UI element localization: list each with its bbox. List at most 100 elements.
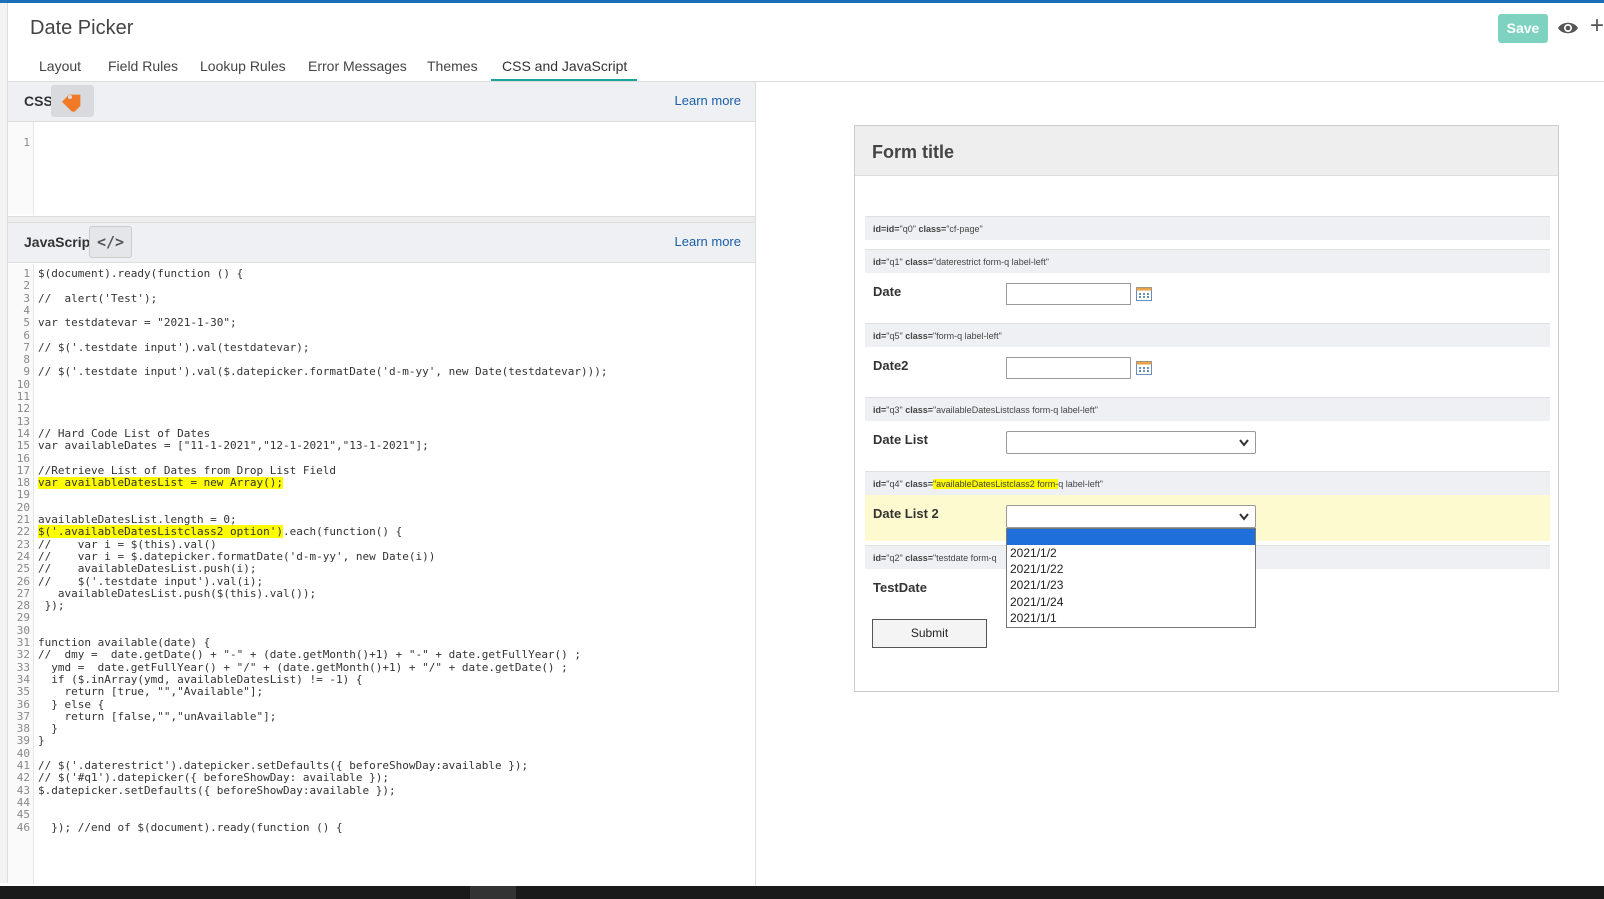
- dropdown-option[interactable]: 2021/1/23: [1007, 577, 1255, 593]
- dropdown-option[interactable]: 2021/1/1: [1007, 610, 1255, 626]
- dropdown-option[interactable]: 2021/1/2: [1007, 545, 1255, 561]
- attr-key: class=: [905, 257, 933, 267]
- js-panel-header: JavaScript </> Learn more: [8, 223, 755, 263]
- class-value: class="cf-page": [918, 224, 983, 234]
- attr-key: class=: [905, 331, 933, 341]
- class-highlighted: "availableDatesListclass2 form-: [932, 479, 1059, 489]
- attr-key: id=: [873, 405, 887, 415]
- id-bar-q3: id="q3" class="availableDatesListclass f…: [865, 397, 1550, 421]
- tab-layout[interactable]: Layout: [39, 58, 81, 74]
- code-icon[interactable]: </>: [89, 226, 132, 258]
- code-text: // availableDatesList.push(i);: [38, 562, 257, 576]
- css-learn-more-link[interactable]: Learn more: [675, 93, 741, 108]
- code-text: availableDatesList.push($(this).val());: [38, 586, 317, 600]
- code-text: // $('.testdate input').val(testdatevar)…: [38, 340, 310, 354]
- line-number: 32: [16, 648, 30, 662]
- css-panel-label: CSS: [24, 93, 53, 109]
- code-text: var availableDatesList = new Array();: [38, 476, 284, 490]
- code-text: // $('.testdate input').val($.datepicker…: [38, 365, 608, 379]
- class-value: class="availableDatesListclass form-q la…: [905, 405, 1098, 415]
- id-value: id="q3": [873, 405, 903, 415]
- class-prefix: class=: [905, 479, 933, 489]
- code-text: $(document).ready(function () {: [38, 267, 244, 280]
- code-text: var availableDates = ["11-1-2021","12-1-…: [38, 439, 429, 453]
- tab-themes[interactable]: Themes: [427, 58, 478, 74]
- id-bar-q0: id=id="q0" class="cf-page": [865, 216, 1550, 240]
- left-edge-strip: [0, 3, 8, 883]
- dropdown-option-empty[interactable]: [1007, 529, 1255, 545]
- code-text: // alert('Test');: [38, 291, 158, 305]
- top-accent-bar: [0, 0, 1604, 3]
- line-number: 22: [16, 525, 30, 539]
- panel-splitter[interactable]: [8, 216, 755, 223]
- id-value: id="q4": [873, 479, 903, 489]
- line-number: 19: [16, 488, 30, 502]
- line-number: 25: [16, 562, 30, 576]
- save-button[interactable]: Save: [1498, 14, 1548, 43]
- testdate-label: TestDate: [873, 580, 927, 595]
- code-text: }: [38, 734, 45, 748]
- date-list2-select[interactable]: [1006, 505, 1256, 528]
- line-number: 8: [23, 353, 30, 367]
- chevron-down-icon: [1239, 513, 1249, 521]
- line-number: 1: [23, 136, 30, 150]
- bottom-scrollbar[interactable]: [0, 886, 1604, 899]
- form-title: Form title: [872, 142, 955, 162]
- date-list-select[interactable]: [1006, 431, 1256, 454]
- line-number: 29: [16, 611, 30, 625]
- css-tag-button[interactable]: [51, 85, 94, 117]
- js-panel-label: JavaScript: [24, 234, 95, 250]
- code-text: // dmy = date.getDate() + "-" + (date.ge…: [38, 648, 582, 662]
- form-header: Form title: [855, 126, 1558, 176]
- line-number: 3: [23, 291, 30, 305]
- code-text: $.datepicker.setDefaults({ beforeShowDay…: [38, 783, 396, 797]
- dropdown-option[interactable]: 2021/1/22: [1007, 561, 1255, 577]
- id-bar-q1: id="q1" class="daterestrict form-q label…: [865, 249, 1550, 273]
- line-number: 7: [23, 340, 30, 354]
- js-learn-more-link[interactable]: Learn more: [675, 234, 741, 249]
- date-list-label: Date List: [873, 432, 928, 447]
- id-value: id="q5": [873, 331, 903, 341]
- line-number: 5: [23, 316, 30, 330]
- date2-label: Date2: [873, 358, 909, 373]
- plus-icon[interactable]: +: [1590, 14, 1604, 38]
- calendar-icon[interactable]: [1136, 286, 1152, 301]
- date-input[interactable]: [1006, 283, 1131, 305]
- dropdown-option[interactable]: 2021/1/24: [1007, 594, 1255, 610]
- code-text: return [false,"","unAvailable"];: [38, 709, 277, 723]
- line-number: 42: [16, 771, 30, 785]
- scrollbar-thumb[interactable]: [470, 886, 516, 899]
- tab-field-rules[interactable]: Field Rules: [108, 58, 178, 74]
- code-text: $('.availableDatesListclass2 option').ea…: [38, 525, 403, 539]
- code-text: return [true, "","Available"];: [38, 685, 264, 699]
- code-rest: .each(function() {: [283, 525, 403, 539]
- js-editor[interactable]: 1 $(document).ready(function () {2 3 // ale…: [8, 264, 755, 884]
- editor-pane: CSS Learn more 1 JavaScript </> Learn mo…: [8, 82, 756, 886]
- question-date2: Date2: [865, 347, 1550, 393]
- css-panel-header: CSS Learn more: [8, 82, 755, 122]
- id-bar-q5: id="q5" class="form-q label-left": [865, 323, 1550, 347]
- line-number: 12: [16, 402, 30, 416]
- attr-key: id=: [873, 257, 887, 267]
- calendar-icon[interactable]: [1136, 360, 1152, 375]
- tab-lookup-rules[interactable]: Lookup Rules: [200, 58, 286, 74]
- tab-css-javascript[interactable]: CSS and JavaScript: [491, 58, 638, 81]
- id-value: id="q0": [886, 224, 916, 234]
- attr-key: id=: [886, 224, 900, 234]
- submit-button[interactable]: Submit: [872, 619, 987, 648]
- attr-key: id=: [873, 479, 887, 489]
- line-number: 45: [16, 808, 30, 822]
- line-number: 26: [16, 574, 30, 588]
- code-text: }); //end of $(document).ready(function …: [38, 820, 343, 834]
- date2-input[interactable]: [1006, 357, 1131, 379]
- question-date-list: Date List: [865, 421, 1550, 467]
- class-value: class="daterestrict form-q label-left": [905, 257, 1049, 267]
- tag-icon: [61, 94, 81, 112]
- code-highlight: $('.availableDatesListclass2 option'): [38, 525, 284, 539]
- css-editor[interactable]: 1: [8, 122, 755, 214]
- tab-error-messages[interactable]: Error Messages: [308, 58, 407, 74]
- eye-icon[interactable]: [1557, 18, 1579, 38]
- code-text: } else {: [38, 697, 105, 711]
- date-list2-label: Date List 2: [873, 506, 939, 521]
- id-bar-q4: id="q4" class="availableDatesListclass2 …: [865, 471, 1550, 495]
